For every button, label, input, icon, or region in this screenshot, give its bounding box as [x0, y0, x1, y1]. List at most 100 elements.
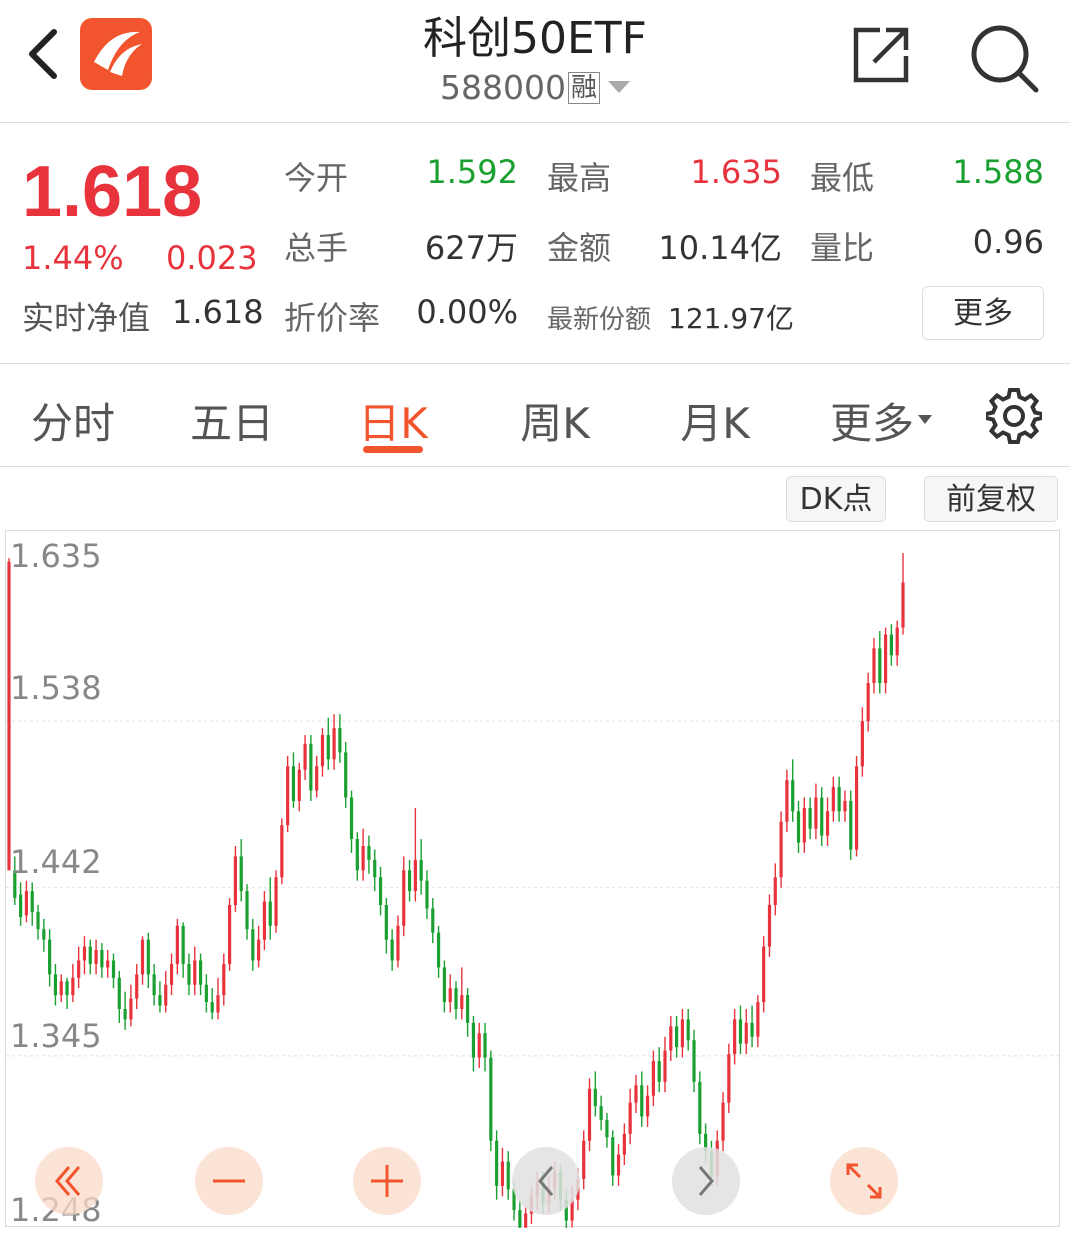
volume-ratio-label: 量比: [810, 229, 875, 267]
share-icon[interactable]: [850, 24, 910, 84]
candle-body: [582, 1140, 586, 1179]
zoom-out-button[interactable]: [195, 1147, 263, 1215]
candle: [42, 918, 46, 952]
tab-more[interactable]: 更多: [830, 390, 946, 451]
candle: [100, 943, 104, 978]
gear-icon[interactable]: [986, 388, 1042, 444]
candle-body: [349, 797, 354, 840]
active-tab-indicator: [363, 446, 423, 453]
candle-body: [698, 1081, 702, 1134]
dropdown-caret-icon[interactable]: [608, 81, 630, 93]
candle: [814, 783, 818, 840]
quote-panel: 1.618 1.44% 0.023 实时净值 1.618 今开 1.592 最高…: [0, 123, 1070, 364]
candle-body: [466, 995, 470, 1023]
candle-body: [727, 1054, 731, 1103]
dk-point-button[interactable]: DK点: [786, 476, 886, 522]
candle: [193, 946, 197, 996]
candle-body: [396, 925, 400, 961]
candle: [111, 953, 116, 989]
candle-body: [686, 1019, 690, 1041]
candle-body: [779, 821, 783, 878]
amount-label: 金额: [547, 229, 612, 267]
candle: [483, 1022, 487, 1072]
search-icon[interactable]: [968, 22, 1040, 94]
candle-body: [268, 901, 272, 926]
back-arrow-icon[interactable]: [18, 24, 78, 84]
candle: [71, 963, 75, 1003]
candle-body: [640, 1085, 644, 1117]
candle-body: [849, 800, 853, 850]
candle: [744, 1009, 748, 1055]
security-code-line[interactable]: 588000 融: [335, 68, 735, 107]
candle: [831, 776, 835, 822]
forward-adjust-button[interactable]: 前复权: [924, 476, 1058, 522]
candle: [791, 759, 795, 822]
more-fields-button[interactable]: 更多: [922, 286, 1044, 340]
candle: [413, 807, 417, 902]
tab-five-day[interactable]: 五日: [187, 390, 277, 451]
candle-body: [872, 648, 876, 684]
candle-body: [111, 960, 116, 978]
candle: [216, 977, 220, 1020]
scroll-left-button[interactable]: [512, 1147, 580, 1215]
tab-monthly-k[interactable]: 月K: [670, 390, 760, 451]
candle-body: [796, 811, 801, 843]
candle: [164, 970, 168, 1013]
period-tabs: 分时 五日 日K 周K 月K 更多: [0, 364, 1070, 467]
tab-intraday[interactable]: 分时: [28, 390, 118, 451]
candle-body: [587, 1088, 592, 1141]
low-value: 1.588: [952, 153, 1044, 191]
candle: [611, 1130, 615, 1186]
candle: [291, 752, 296, 808]
candle-body: [454, 988, 458, 1010]
candle-body: [843, 800, 847, 812]
kline-chart[interactable]: 1.635 1.538 1.442 1.345 1.248: [5, 530, 1061, 1229]
candle: [442, 960, 446, 1013]
candle-body: [228, 904, 232, 964]
candle-body: [669, 1026, 673, 1051]
candle-body: [373, 859, 377, 878]
candle: [106, 950, 110, 978]
candle: [587, 1078, 592, 1152]
candle-body: [24, 891, 29, 916]
candle: [407, 859, 412, 902]
candle: [901, 553, 905, 635]
candle-body: [326, 735, 330, 760]
fullscreen-button[interactable]: [830, 1147, 898, 1215]
candle-body: [117, 977, 121, 1010]
candle-body: [65, 981, 69, 996]
candle: [175, 918, 179, 975]
candle-body: [837, 787, 841, 812]
candle-body: [123, 1009, 127, 1020]
candle: [477, 1022, 481, 1068]
candle: [779, 811, 783, 888]
candle: [663, 1036, 667, 1093]
candle-body: [477, 1033, 481, 1058]
candle: [825, 797, 830, 847]
scroll-right-button[interactable]: [672, 1147, 740, 1215]
tab-daily-k[interactable]: 日K: [353, 390, 433, 451]
candle: [326, 717, 330, 770]
candle-body: [94, 950, 98, 964]
candle: [738, 1005, 743, 1055]
zoom-in-button[interactable]: [353, 1147, 421, 1215]
candle: [471, 1015, 476, 1072]
candle-body: [675, 1026, 679, 1048]
candle-body: [593, 1088, 597, 1107]
candle: [883, 627, 888, 694]
candle: [878, 631, 882, 694]
candle-body: [88, 946, 92, 964]
candle: [344, 741, 348, 808]
candle: [373, 849, 377, 892]
top-bar: 科创50ETF 588000 融: [0, 0, 1070, 123]
candle: [315, 755, 319, 798]
nav-label: 实时净值: [22, 299, 151, 337]
candle-body: [291, 766, 296, 801]
prev-page-button[interactable]: [35, 1147, 103, 1215]
tab-weekly-k[interactable]: 周K: [510, 390, 600, 451]
candle: [378, 866, 383, 916]
y-tick-label: 1.635: [10, 537, 102, 575]
candle-body: [442, 967, 446, 1003]
candle: [854, 755, 859, 857]
candle: [628, 1088, 632, 1145]
